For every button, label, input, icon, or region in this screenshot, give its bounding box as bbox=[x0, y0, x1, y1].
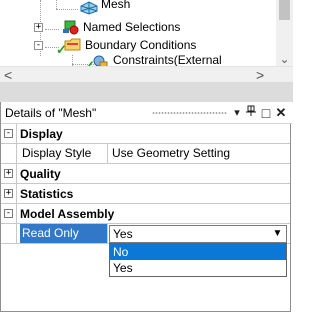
grid-line bbox=[16, 184, 17, 204]
mesh-icon bbox=[80, 1, 100, 17]
tree-horizontal-scrollbar[interactable]: < > bbox=[0, 66, 293, 82]
tree-connector bbox=[56, 9, 78, 10]
grid-line bbox=[16, 164, 17, 184]
tree-vertical-scrollbar[interactable]: ⌄ bbox=[276, 0, 293, 66]
dropdown-arrow-icon[interactable]: ▼ bbox=[269, 226, 286, 242]
maximize-icon[interactable]: □ bbox=[259, 105, 273, 121]
expand-toggle[interactable]: + bbox=[34, 23, 43, 32]
expand-toggle[interactable]: + bbox=[4, 189, 13, 198]
menu-arrow-icon[interactable]: ▾ bbox=[231, 105, 243, 121]
tree-node-label: Named Selections bbox=[83, 20, 181, 34]
boundary-conditions-folder-icon bbox=[64, 37, 84, 53]
pin-icon[interactable] bbox=[245, 105, 257, 121]
named-selections-icon bbox=[62, 19, 82, 35]
group-title: Model Assembly bbox=[20, 207, 115, 221]
group-statistics[interactable]: + Statistics bbox=[1, 184, 290, 204]
tree-node-label: Mesh bbox=[101, 0, 131, 11]
grid-line bbox=[107, 144, 108, 164]
grid-line bbox=[16, 224, 17, 244]
read-only-dropdown-list: No Yes bbox=[109, 243, 287, 277]
dropdown-option-yes[interactable]: Yes bbox=[110, 260, 286, 276]
outline-tree: Mesh + Named Selections - ✓ Boundary Con… bbox=[0, 0, 293, 82]
details-title: Details of "Mesh" bbox=[5, 106, 97, 120]
group-display[interactable]: - Display bbox=[1, 124, 290, 144]
tree-node-mesh[interactable]: Mesh bbox=[80, 0, 270, 18]
details-panel: Details of "Mesh" ▾ □ ✕ - Display Displa… bbox=[0, 102, 292, 312]
dropdown-option-no[interactable]: No bbox=[110, 244, 286, 260]
grid-line bbox=[16, 204, 17, 224]
combobox-value: Yes bbox=[113, 227, 133, 241]
tree-connector bbox=[56, 0, 57, 9]
collapse-toggle[interactable]: - bbox=[4, 129, 13, 138]
details-header: Details of "Mesh" ▾ □ ✕ bbox=[1, 102, 292, 124]
group-title: Display bbox=[20, 127, 63, 141]
group-model-assembly[interactable]: - Model Assembly bbox=[1, 204, 290, 224]
property-row-read-only[interactable]: Read Only Yes ▼ bbox=[1, 224, 290, 244]
grid-line bbox=[16, 144, 17, 164]
scroll-left-icon[interactable]: < bbox=[4, 67, 12, 82]
grid-line bbox=[16, 124, 17, 144]
group-quality[interactable]: + Quality bbox=[1, 164, 290, 184]
panel-grip[interactable] bbox=[152, 111, 227, 115]
property-name: Display Style bbox=[22, 146, 92, 160]
scrollbar-thumb[interactable] bbox=[279, 0, 290, 20]
read-only-combobox[interactable]: Yes ▼ bbox=[109, 225, 287, 243]
expand-toggle[interactable]: + bbox=[4, 169, 13, 178]
panel-splitter[interactable] bbox=[0, 82, 293, 102]
tree-connector bbox=[45, 29, 59, 30]
group-title: Quality bbox=[20, 167, 61, 181]
property-name: Read Only bbox=[20, 224, 107, 243]
collapse-toggle[interactable]: - bbox=[4, 209, 13, 218]
scroll-down-icon[interactable]: ⌄ bbox=[276, 52, 293, 66]
group-title: Statistics bbox=[20, 187, 74, 201]
property-row-display-style[interactable]: Display Style Use Geometry Setting bbox=[1, 144, 290, 164]
collapse-toggle[interactable]: - bbox=[34, 41, 43, 50]
property-value[interactable]: Use Geometry Setting bbox=[109, 144, 230, 163]
scroll-right-icon[interactable]: > bbox=[256, 67, 264, 82]
grid-line bbox=[107, 224, 108, 244]
tree-node-named-selections[interactable]: Named Selections bbox=[62, 18, 262, 36]
close-icon[interactable]: ✕ bbox=[274, 105, 288, 121]
